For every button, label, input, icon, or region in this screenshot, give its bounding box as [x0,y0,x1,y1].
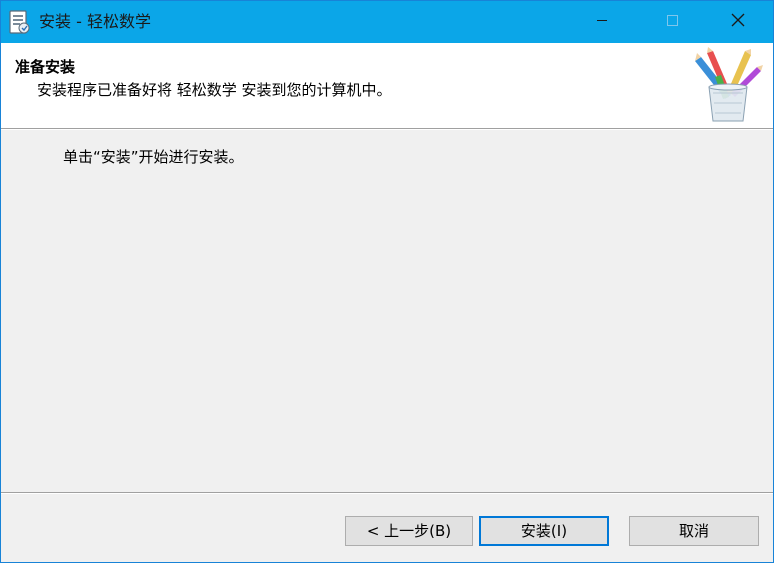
install-button[interactable]: 安装(I) [479,516,609,546]
minimize-icon [595,13,609,31]
installer-app-icon [7,9,31,35]
maximize-icon [665,13,679,31]
page-subtitle: 安装程序已准备好将 轻松数学 安装到您的计算机中。 [37,81,392,99]
installer-window: 安装 - 轻松数学 准备安装 安装程序已准备好将 轻松数学 安装到您的计算机中。 [0,0,774,563]
cancel-button[interactable]: 取消 [629,516,759,546]
pencils-in-cup-icon [685,47,771,125]
footer-divider [1,492,773,494]
title-bar[interactable]: 安装 - 轻松数学 [1,1,773,43]
window-title: 安装 - 轻松数学 [39,12,151,31]
page-title: 准备安装 [15,58,76,76]
instruction-text: 单击“安装”开始进行安装。 [63,148,244,166]
back-button[interactable]: < 上一步(B) [345,516,473,546]
minimize-button[interactable] [567,1,637,43]
close-button[interactable] [703,1,773,43]
wizard-header: 准备安装 安装程序已准备好将 轻松数学 安装到您的计算机中。 [1,43,773,128]
header-divider [1,128,773,130]
close-icon [730,12,746,32]
maximize-button [637,1,707,43]
